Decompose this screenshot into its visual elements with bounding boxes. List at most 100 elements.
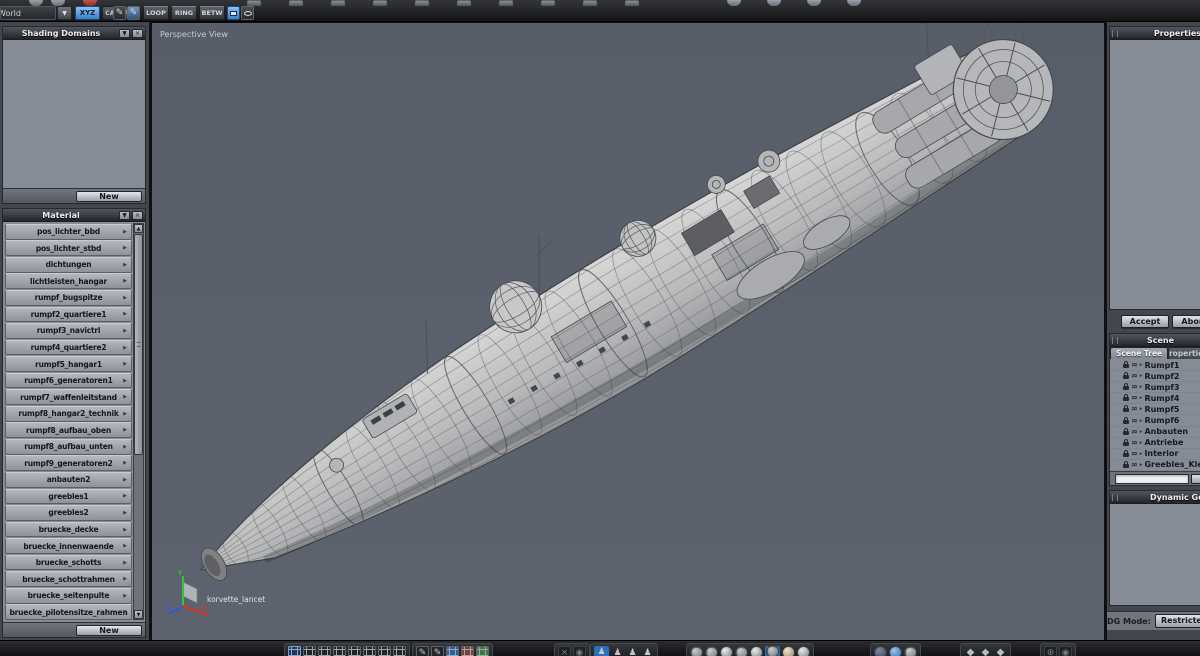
actor-icon[interactable]: ♟ [626,646,639,656]
scene-tree-row[interactable]: ∞ ▸ Rumpf3 [1110,382,1200,394]
material-expand-arrow-icon[interactable]: ▶ [123,378,127,384]
material-expand-arrow-icon[interactable]: ▶ [123,361,127,367]
pencil-tool-icon[interactable]: ✎ [416,646,429,656]
toolbar-icon-partial[interactable] [766,0,782,7]
uv-grid-blue-icon[interactable] [446,646,459,656]
wireframe-shaded-icon[interactable] [705,646,718,656]
layout-split-icon[interactable] [363,646,376,656]
new-material-button[interactable]: New [76,625,142,636]
material-expand-arrow-icon[interactable]: ▶ [123,295,127,301]
material-expand-arrow-icon[interactable]: ▶ [123,477,127,483]
world-space-dropdown[interactable]: World [0,6,56,20]
primitive-icon-partial[interactable] [371,0,389,7]
lock-icon[interactable] [1123,427,1129,435]
material-item[interactable]: bruecke_pilotensitze_rahmen ▶ [5,604,132,621]
panel-menu-icon[interactable]: ▼ [119,210,130,220]
material-expand-arrow-icon[interactable]: ▶ [123,245,127,251]
pen-select-tool-icon[interactable]: ✎ [127,6,140,20]
loop-select-button[interactable]: LOOP [143,6,169,20]
material-item[interactable]: pos_lichter_bbd ▶ [5,223,132,240]
between-select-button[interactable]: BETW [199,6,225,20]
visibility-eye-icon[interactable]: ∞ [1131,372,1138,380]
lock-icon[interactable] [1123,383,1129,391]
tool-icon[interactable]: ◉ [573,646,586,656]
shaded-wire-icon[interactable] [735,646,748,656]
layout-single-icon[interactable] [288,646,301,656]
wireframe-shading-icon[interactable] [690,646,703,656]
xyz-axis-button[interactable]: XYZ [75,6,100,20]
preview-shading-icon[interactable] [797,646,810,656]
scene-filter-input[interactable] [1115,474,1189,484]
visibility-eye-icon[interactable]: ∞ [1131,383,1138,391]
material-item[interactable]: rumpf8_aufbau_oben ▶ [5,422,132,439]
material-item[interactable]: rumpf4_quartiere2 ▶ [5,339,132,356]
lock-icon[interactable] [1123,405,1129,413]
gear-sphere-icon[interactable] [904,646,917,656]
primitive-icon-partial[interactable] [539,0,557,7]
panel-close-icon[interactable]: × [132,210,143,220]
primitive-icon-partial[interactable] [497,0,515,7]
material-item[interactable]: lichtleisten_hangar ▶ [5,273,132,290]
scene-header[interactable]: Scene [1110,334,1200,347]
visibility-eye-icon[interactable]: ∞ [1131,427,1138,435]
brush-tool-icon[interactable]: ✎ [431,646,444,656]
expand-caret-icon[interactable]: ▸ [1140,462,1143,468]
material-expand-arrow-icon[interactable]: ▶ [123,593,127,599]
actor-icon[interactable]: ♟ [595,645,608,656]
material-expand-arrow-icon[interactable]: ▶ [123,460,127,466]
toolbar-icon-partial[interactable] [806,0,822,7]
sparkle-tool-icon[interactable]: ⊕ [1044,646,1057,656]
lock-icon[interactable] [1123,416,1129,424]
primitive-icon-partial[interactable] [455,0,473,7]
material-expand-arrow-icon[interactable]: ▶ [123,262,127,268]
material-item[interactable]: bruecke_decke ▶ [5,521,132,538]
material-item[interactable]: rumpf8_hangar2_technik ▶ [5,405,132,422]
expand-caret-icon[interactable]: ▸ [1140,384,1143,390]
texture-wire-shading-icon[interactable] [766,645,779,656]
toolbar-icon-partial[interactable] [846,0,862,7]
lock-icon[interactable] [1123,449,1129,457]
lock-icon[interactable] [1123,460,1129,468]
material-expand-arrow-icon[interactable]: ▶ [123,411,127,417]
material-scrollbar[interactable]: ▲ ▼ [133,223,144,620]
scene-filter-button[interactable]: S [1191,474,1200,484]
material-item[interactable]: dichtungen ▶ [5,256,132,273]
perspective-viewport[interactable]: Perspective View Y X Z korvette_lancet [152,22,1104,640]
primitive-icon-partial[interactable] [623,0,641,7]
cube-mode-icon[interactable]: ◆ [964,646,977,656]
visibility-eye-icon[interactable]: ∞ [1131,460,1138,468]
layout-split-icon[interactable] [348,646,361,656]
expand-caret-icon[interactable]: ▸ [1140,440,1143,446]
actor-icon[interactable]: ♟ [641,646,654,656]
material-item[interactable]: bruecke_schotts ▶ [5,554,132,571]
scroll-up-icon[interactable]: ▲ [134,224,143,233]
material-item[interactable]: rumpf_bugspitze ▶ [5,289,132,306]
scene-tree-row[interactable]: ∞ ▸ Rumpf5 [1110,404,1200,416]
expand-caret-icon[interactable]: ▸ [1140,373,1143,379]
accept-button[interactable]: Accept [1121,315,1169,328]
tab-scene-tree[interactable]: Scene Tree [1110,347,1169,359]
material-expand-arrow-icon[interactable]: ▶ [123,229,127,235]
material-item[interactable]: rumpf2_quartiere1 ▶ [5,306,132,323]
expand-caret-icon[interactable]: ▸ [1140,451,1143,457]
scene-tree-row[interactable]: ∞ ▸ Antriebe [1110,437,1200,449]
primitive-icon-partial[interactable] [287,0,305,7]
layout-split-icon[interactable] [378,646,391,656]
blue-sphere-icon[interactable] [889,646,902,656]
layout-split-icon[interactable] [393,646,406,656]
primitive-icon-partial[interactable] [329,0,347,7]
scene-tree-row[interactable]: ∞ ▸ Greebles_Kle [1110,459,1200,471]
panel-close-icon[interactable]: × [132,28,143,38]
material-expand-arrow-icon[interactable]: ▶ [123,427,127,433]
material-item[interactable]: rumpf5_hangar1 ▶ [5,356,132,372]
lock-icon[interactable] [1123,438,1129,446]
scene-tree-row[interactable]: ∞ ▸ Interior [1110,448,1200,460]
visibility-eye-icon[interactable]: ∞ [1131,449,1138,457]
expand-caret-icon[interactable]: ▸ [1140,395,1143,401]
material-item[interactable]: rumpf6_generatoren1 ▶ [5,372,132,389]
material-item[interactable]: rumpf9_generatoren2 ▶ [5,455,132,472]
material-item[interactable]: greebles2 ▶ [5,505,132,521]
cube-mode-icon[interactable]: ◆ [994,646,1007,656]
world-dropdown-arrow-icon[interactable]: ▼ [57,6,72,20]
material-expand-arrow-icon[interactable]: ▶ [123,444,127,450]
